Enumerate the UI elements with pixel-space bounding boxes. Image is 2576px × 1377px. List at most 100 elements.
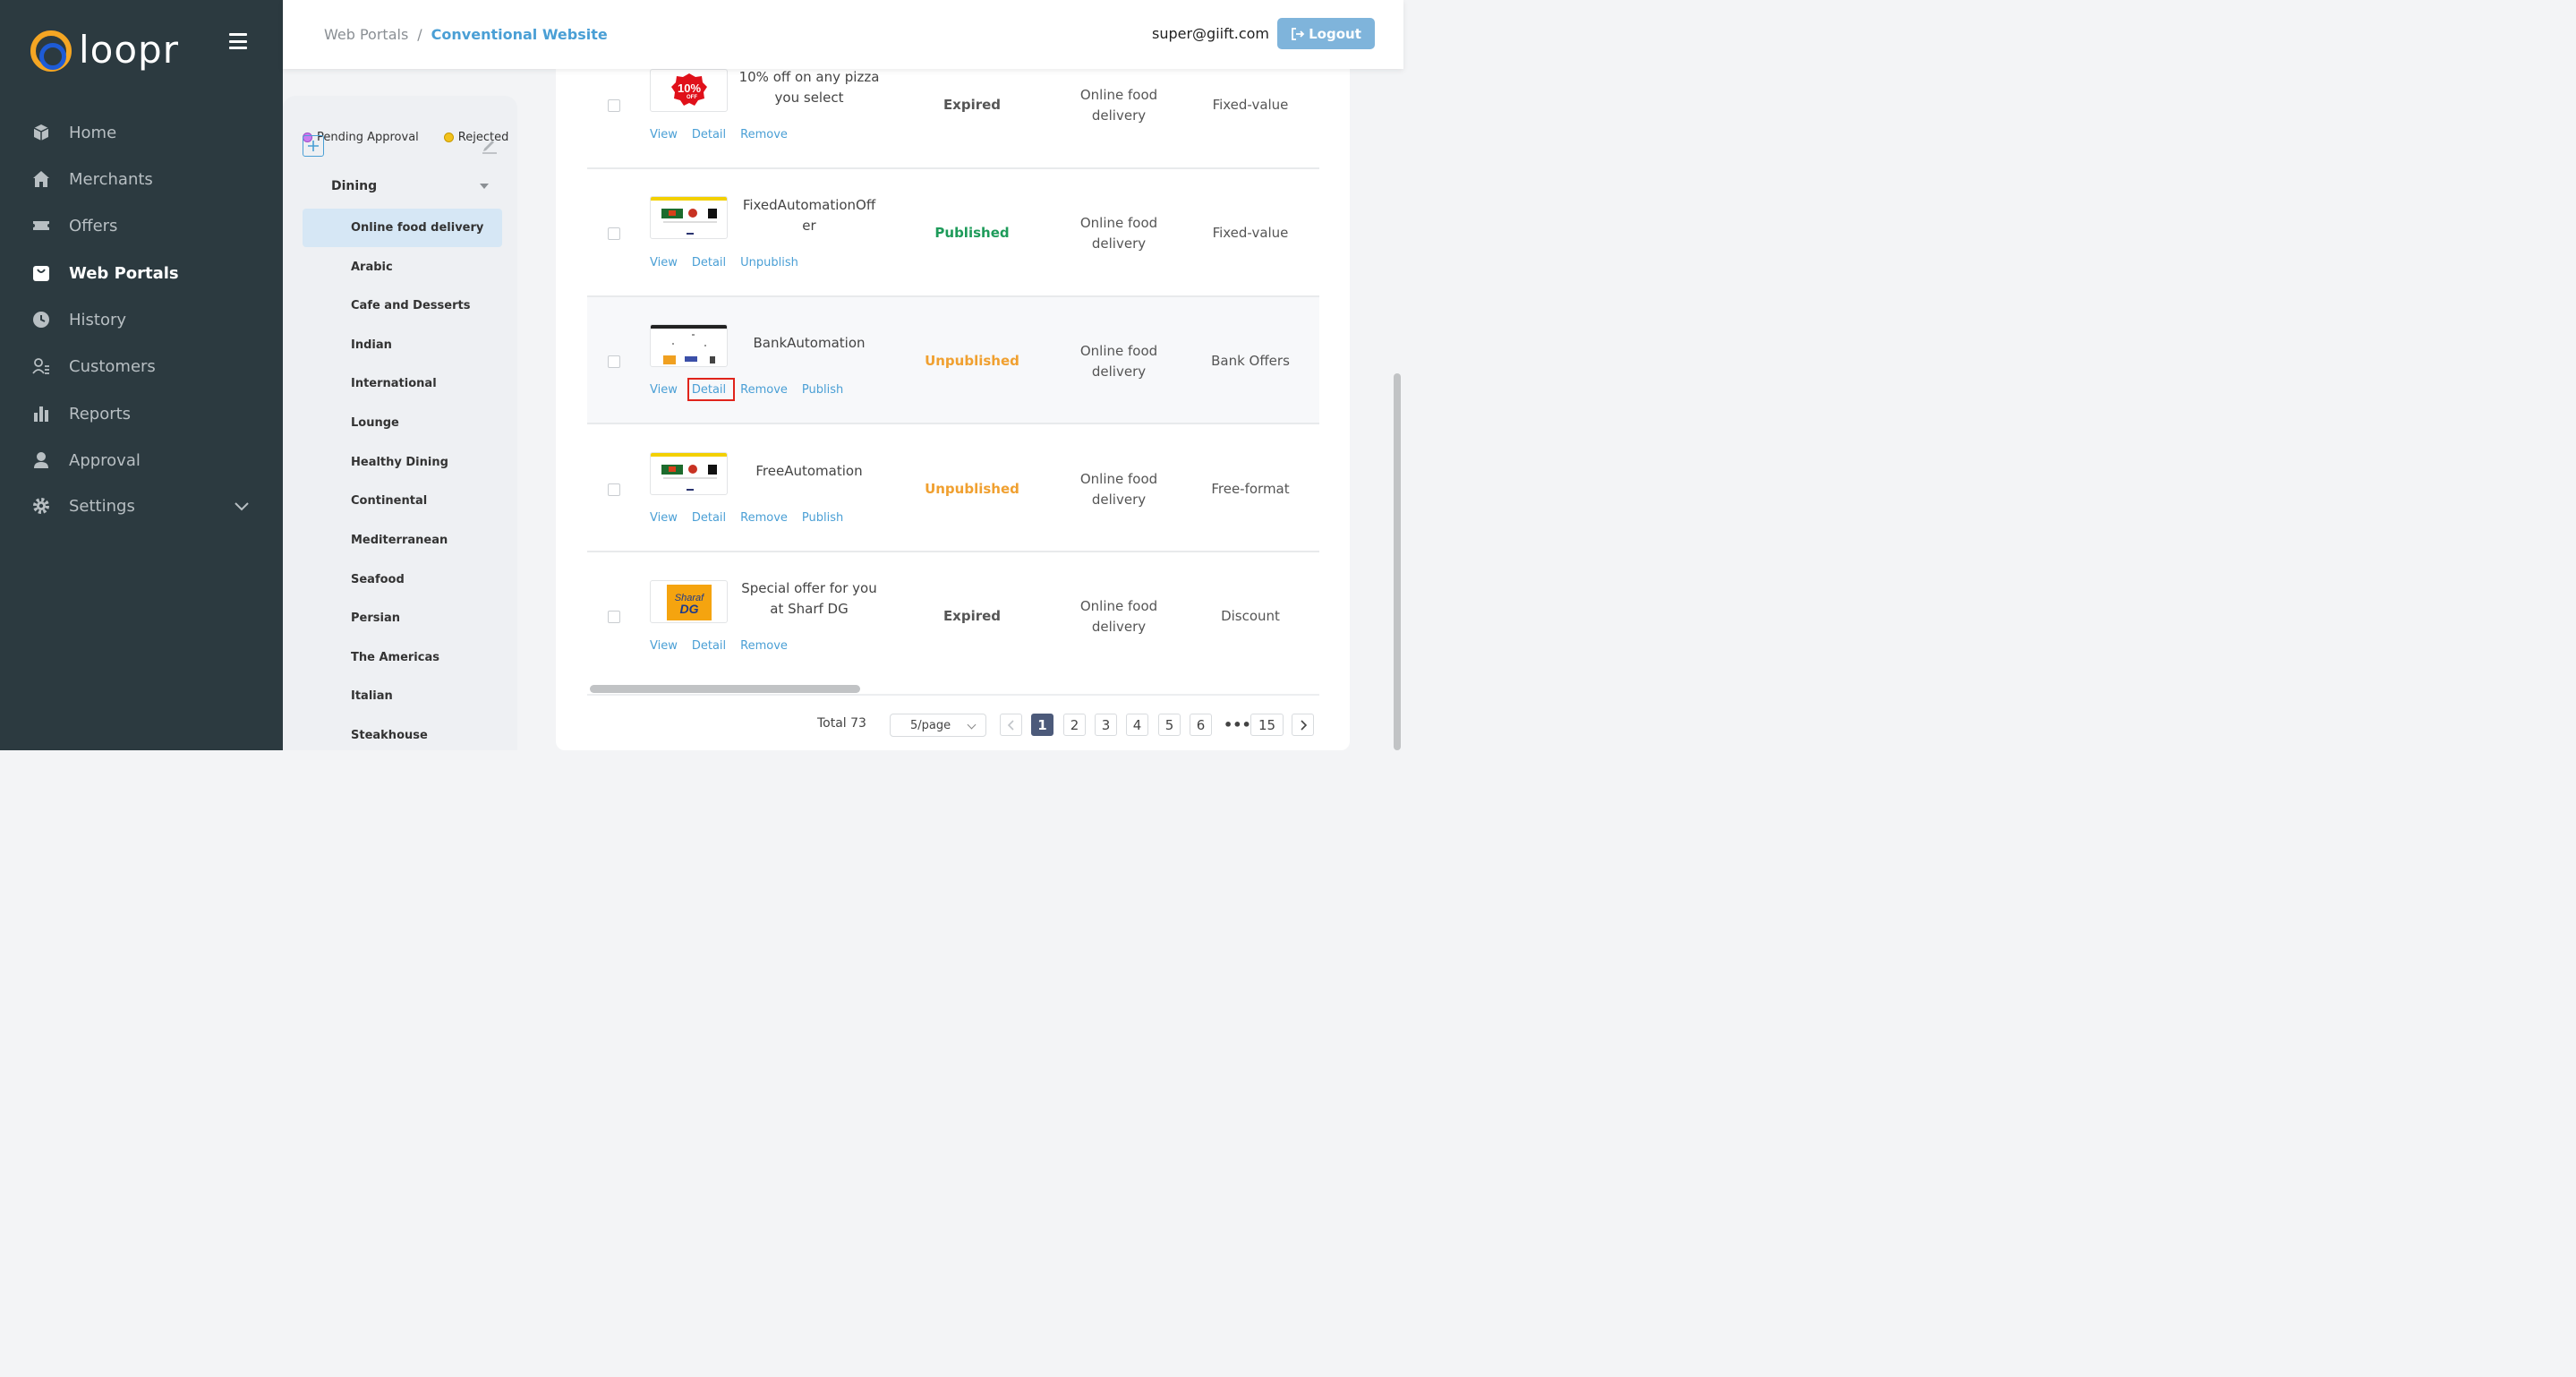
vertical-scrollbar[interactable]: [1394, 373, 1401, 750]
chevron-down-icon[interactable]: [235, 498, 249, 511]
offer-type-cell: Free-format: [1211, 481, 1290, 497]
sidebar: loopr Home Merchants Offers Web Portals …: [0, 0, 283, 750]
offer-thumbnail[interactable]: [650, 324, 728, 367]
view-link[interactable]: View: [650, 639, 678, 653]
sidebar-item-offers[interactable]: Offers: [0, 205, 283, 246]
status-badge: Published: [934, 225, 1010, 241]
logout-label: Logout: [1309, 25, 1361, 42]
gear-icon: [32, 497, 50, 515]
category-item[interactable]: Lounge: [303, 404, 502, 442]
category-item[interactable]: Italian: [303, 677, 502, 715]
page-2[interactable]: 2: [1063, 714, 1086, 736]
row-actions: View Detail Remove Publish: [650, 383, 857, 397]
offer-thumbnail[interactable]: Sharaf DG: [650, 580, 728, 623]
category-item[interactable]: The Americas: [303, 638, 502, 677]
detail-link[interactable]: Detail: [692, 639, 726, 653]
offer-thumbnail[interactable]: [650, 452, 728, 495]
prev-page-button[interactable]: [1000, 714, 1022, 736]
offer-type-cell: Fixed-value: [1212, 97, 1289, 113]
status-legend: Pending Approval Rejected: [303, 131, 508, 144]
sidebar-item-label: Home: [69, 123, 117, 142]
category-item[interactable]: Mediterranean: [303, 521, 502, 560]
page-4[interactable]: 4: [1126, 714, 1148, 736]
offer-thumbnail[interactable]: 10% OFF: [650, 69, 728, 112]
view-link[interactable]: View: [650, 383, 678, 397]
page-5[interactable]: 5: [1158, 714, 1181, 736]
category-item[interactable]: Cafe and Desserts: [303, 287, 502, 325]
row-checkbox[interactable]: [608, 611, 620, 623]
category-group-dining[interactable]: Dining: [331, 179, 377, 193]
sidebar-item-label: Reports: [69, 404, 132, 423]
logout-icon: [1292, 27, 1305, 40]
thumb-text: OFF: [687, 95, 697, 100]
remove-link[interactable]: Remove: [740, 128, 788, 141]
sidebar-item-web-portals[interactable]: Web Portals: [0, 252, 283, 294]
page-last[interactable]: 15: [1250, 714, 1284, 736]
offer-type-cell: Discount: [1221, 608, 1280, 624]
category-item[interactable]: Online food delivery: [303, 209, 502, 247]
row-checkbox[interactable]: [608, 483, 620, 496]
sidebar-item-home[interactable]: Home: [0, 112, 283, 153]
view-link[interactable]: View: [650, 256, 678, 269]
loopr-logo[interactable]: loopr: [30, 29, 179, 72]
category-item[interactable]: International: [303, 364, 502, 403]
category-item[interactable]: Persian: [303, 599, 502, 637]
sidebar-item-approval[interactable]: Approval: [0, 440, 283, 481]
page-1[interactable]: 1: [1031, 714, 1053, 736]
row-actions: View Detail Remove: [650, 639, 802, 653]
category-item[interactable]: Healthy Dining: [303, 443, 502, 482]
category-item[interactable]: Arabic: [303, 248, 502, 287]
row-checkbox[interactable]: [608, 355, 620, 368]
detail-link[interactable]: Detail: [692, 256, 726, 269]
publish-link[interactable]: Publish: [802, 511, 843, 525]
sidebar-item-reports[interactable]: Reports: [0, 393, 283, 434]
unpublish-link[interactable]: Unpublish: [740, 256, 798, 269]
detail-link[interactable]: Detail: [692, 511, 726, 525]
users-icon: [32, 357, 50, 375]
hamburger-menu-icon[interactable]: [229, 33, 247, 49]
publish-link[interactable]: Publish: [802, 383, 843, 397]
sidebar-item-label: Offers: [69, 216, 118, 235]
page-ellipsis[interactable]: •••: [1224, 716, 1251, 733]
category-cell: Online food delivery: [1079, 215, 1158, 252]
sidebar-item-history[interactable]: History: [0, 299, 283, 340]
add-category-button[interactable]: [303, 135, 324, 157]
sidebar-item-customers[interactable]: Customers: [0, 346, 283, 387]
breadcrumb-root[interactable]: Web Portals: [324, 26, 408, 43]
category-item[interactable]: Steakhouse: [303, 716, 502, 755]
ticket-icon: [32, 217, 50, 235]
page-6[interactable]: 6: [1190, 714, 1212, 736]
user-check-icon: [32, 451, 50, 469]
category-cell: Online food delivery: [1079, 87, 1158, 124]
logout-button[interactable]: Logout: [1277, 18, 1375, 49]
remove-link[interactable]: Remove: [740, 511, 788, 525]
sidebar-item-label: Merchants: [69, 169, 153, 189]
view-link[interactable]: View: [650, 511, 678, 525]
edit-icon[interactable]: [481, 136, 499, 154]
view-link[interactable]: View: [650, 128, 678, 141]
next-page-button[interactable]: [1292, 714, 1314, 736]
breadcrumb-separator: /: [417, 26, 422, 43]
sidebar-item-merchants[interactable]: Merchants: [0, 158, 283, 200]
caret-down-icon[interactable]: [480, 184, 489, 189]
horizontal-scrollbar[interactable]: [590, 685, 860, 693]
row-checkbox[interactable]: [608, 227, 620, 240]
category-item[interactable]: Continental: [303, 482, 502, 520]
category-item[interactable]: Indian: [303, 326, 502, 364]
category-item[interactable]: Seafood: [303, 560, 502, 599]
offer-type-cell: Fixed-value: [1212, 225, 1289, 241]
status-badge: Unpublished: [925, 353, 1019, 369]
page-size-select[interactable]: 5/page: [890, 714, 986, 737]
sidebar-item-label: Web Portals: [69, 263, 179, 283]
remove-link[interactable]: Remove: [740, 639, 788, 653]
offer-thumbnail[interactable]: [650, 196, 728, 239]
sidebar-item-label: Settings: [69, 496, 135, 516]
sidebar-item-settings[interactable]: Settings: [0, 485, 283, 526]
row-checkbox[interactable]: [608, 99, 620, 112]
page-3[interactable]: 3: [1095, 714, 1117, 736]
remove-link[interactable]: Remove: [740, 383, 788, 397]
offer-title: FixedAutomationOff er: [742, 197, 876, 234]
cube-icon: [32, 124, 50, 141]
thumb-text: 10%: [678, 81, 701, 95]
detail-link[interactable]: Detail: [692, 128, 726, 141]
